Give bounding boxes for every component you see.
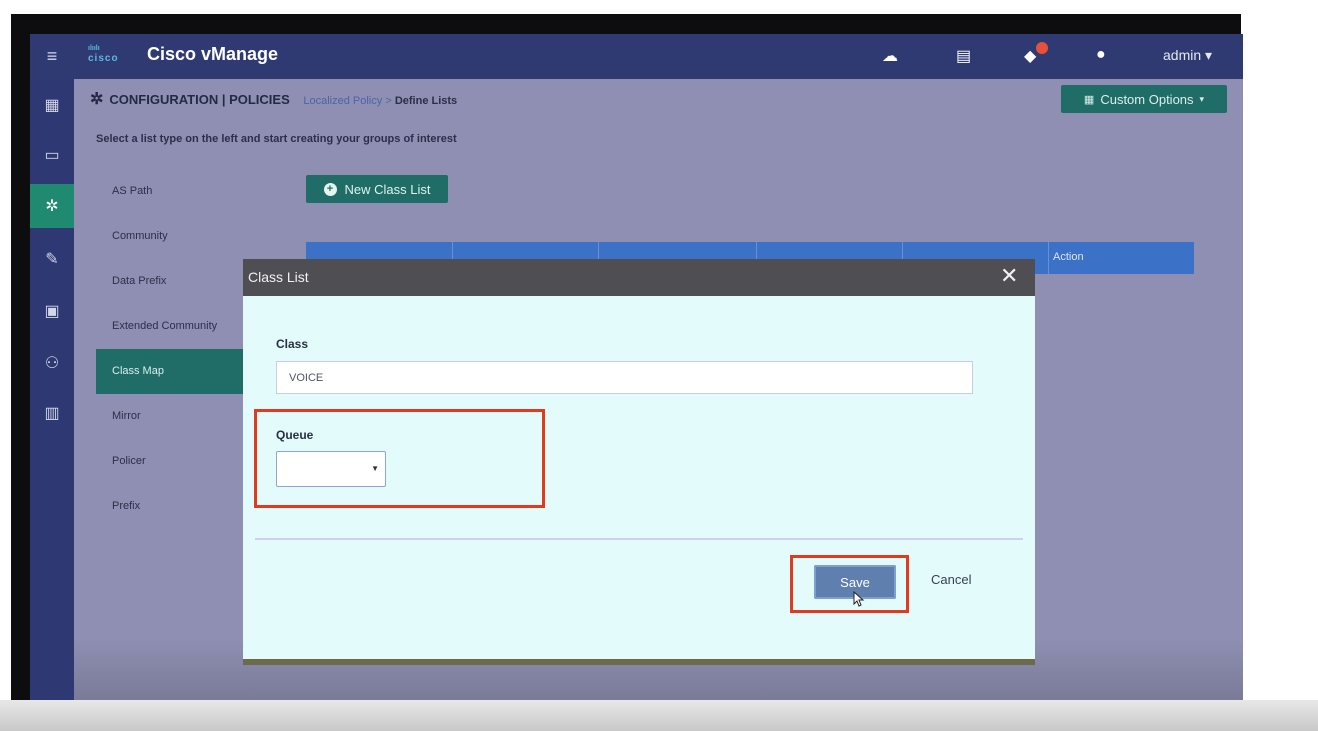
help-icon[interactable]: ● — [1096, 46, 1106, 64]
list-type-item[interactable]: Extended Community — [96, 304, 246, 349]
page-title: CONFIGURATION | POLICIES — [109, 92, 290, 107]
list-type-menu: AS Path Community Data Prefix Extended C… — [96, 169, 246, 529]
clipboard-icon[interactable]: ▤ — [956, 46, 971, 66]
cloud-icon[interactable]: ☁ — [882, 46, 898, 66]
notification-badge — [1036, 42, 1048, 54]
list-type-item-active[interactable]: Class Map — [96, 349, 246, 394]
settings-icon[interactable]: ✲ — [30, 184, 74, 228]
list-type-item[interactable]: Prefix — [96, 484, 246, 529]
top-bar: ≡ ılıılı cisco Cisco vManage ☁ ▤ ◆ ● adm… — [30, 34, 1243, 79]
close-icon[interactable]: ✕ — [1000, 263, 1018, 289]
tools-icon[interactable]: ✎ — [30, 237, 74, 281]
list-type-item[interactable]: Mirror — [96, 394, 246, 439]
page-header: ✲ CONFIGURATION | POLICIES Localized Poli… — [90, 89, 457, 109]
grid-icon: ▦ — [1083, 93, 1095, 106]
queue-select[interactable]: ▼ — [276, 451, 386, 487]
admin-icon[interactable]: ⚇ — [30, 341, 74, 385]
user-menu[interactable]: admin ▾ — [1163, 47, 1212, 64]
dashboard-icon[interactable]: ▦ — [30, 83, 74, 127]
class-name-input[interactable]: VOICE — [276, 361, 973, 394]
breadcrumb-separator: > — [385, 95, 392, 107]
modal-title: Class List — [248, 269, 309, 285]
breadcrumb-define-lists: Define Lists — [394, 95, 458, 107]
new-class-list-button[interactable]: + New Class List — [306, 175, 448, 203]
mouse-cursor-icon — [853, 591, 865, 607]
list-type-item[interactable]: Community — [96, 214, 246, 259]
custom-options-button[interactable]: ▦ Custom Options ▾ — [1061, 85, 1227, 113]
list-type-item[interactable]: AS Path — [96, 169, 246, 214]
list-type-item[interactable]: Policer — [96, 439, 246, 484]
cisco-logo: ılıılı cisco — [88, 45, 119, 64]
bell-icon[interactable]: ◆ — [1024, 46, 1036, 66]
instruction-text: Select a list type on the left and start… — [96, 133, 457, 145]
modal-divider — [255, 538, 1023, 540]
plus-icon: + — [323, 182, 337, 196]
video-frame: ≡ ılıılı cisco Cisco vManage ☁ ▤ ◆ ● adm… — [11, 14, 1243, 718]
maintenance-icon[interactable]: ▣ — [30, 289, 74, 333]
cancel-button[interactable]: Cancel — [931, 572, 971, 587]
gear-icon: ✲ — [90, 91, 104, 108]
app-title: Cisco vManage — [147, 44, 279, 64]
class-label: Class — [276, 337, 309, 351]
column-header-action: Action — [1053, 251, 1084, 263]
bottom-bar — [0, 700, 1318, 731]
breadcrumb-localized-policy[interactable]: Localized Policy — [303, 95, 382, 107]
chevron-down-icon: ▼ — [371, 464, 379, 473]
queue-label: Queue — [276, 428, 314, 442]
class-list-modal: Class List ✕ Class VOICE Queue ▼ Save Ca… — [243, 259, 1035, 659]
list-type-item[interactable]: Data Prefix — [96, 259, 246, 304]
monitor-icon[interactable]: ▭ — [30, 133, 74, 177]
chevron-down-icon: ▾ — [1199, 93, 1205, 104]
menu-icon[interactable]: ≡ — [30, 34, 74, 79]
analytics-icon[interactable]: ▥ — [30, 391, 74, 435]
modal-header: Class List ✕ — [243, 259, 1035, 296]
vmanage-screen: ≡ ılıılı cisco Cisco vManage ☁ ▤ ◆ ● adm… — [30, 34, 1243, 718]
left-nav-rail: ▦ ▭ ✲ ✎ ▣ ⚇ ▥ — [30, 79, 74, 718]
